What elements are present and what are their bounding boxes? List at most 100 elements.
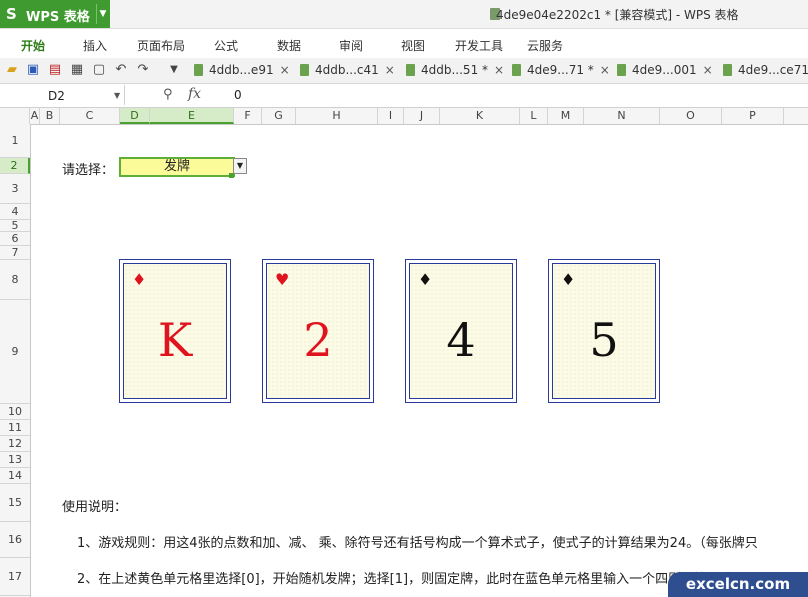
- row-header[interactable]: 14: [0, 468, 30, 484]
- toolbar-more-icon[interactable]: ▼: [166, 62, 182, 78]
- tab-page-layout[interactable]: 页面布局: [137, 37, 185, 54]
- column-header[interactable]: A: [30, 108, 40, 124]
- row-header[interactable]: 2: [0, 158, 30, 174]
- column-header[interactable]: H: [296, 108, 378, 124]
- row-header[interactable]: 12: [0, 436, 30, 452]
- row-header[interactable]: 6: [0, 232, 30, 246]
- quick-access-toolbar: ▰ ▣ ▤ ▦ ▢ ↶ ↷ ▼ 4ddb...e91 × 4ddb...c41 × …: [0, 58, 808, 84]
- zoom-search-icon[interactable]: ⚲: [163, 87, 173, 102]
- doc-tab[interactable]: 4de9...001 ×: [617, 61, 713, 80]
- export-pdf-icon[interactable]: ▤: [47, 62, 63, 78]
- window-title: 4de9e04e2202c1 * [兼容模式] - WPS 表格: [496, 8, 739, 22]
- spreadsheet-icon: [512, 64, 521, 76]
- site-watermark: excelcn.com: [668, 572, 808, 597]
- tab-data[interactable]: 数据: [277, 37, 301, 54]
- print-preview-icon[interactable]: ▢: [91, 62, 107, 78]
- row-header[interactable]: 16: [0, 522, 30, 558]
- tab-developer[interactable]: 开发工具: [455, 37, 503, 54]
- undo-icon[interactable]: ↶: [113, 62, 129, 78]
- redo-icon[interactable]: ↷: [135, 62, 151, 78]
- spreadsheet-icon: [300, 64, 309, 76]
- wps-logo-icon: S: [6, 5, 17, 23]
- tab-formulas[interactable]: 公式: [214, 37, 238, 54]
- column-header[interactable]: P: [722, 108, 784, 124]
- tab-home[interactable]: 开始: [21, 37, 45, 54]
- playing-card: ♥ 2: [262, 259, 374, 403]
- tab-review[interactable]: 审阅: [339, 37, 363, 54]
- diamond-icon: ♦: [561, 270, 576, 289]
- card-rank: 5: [589, 313, 619, 367]
- select-label: 请选择：: [62, 163, 115, 178]
- formula-bar: D2 ▼ ⚲ fx 0: [0, 84, 808, 108]
- column-header[interactable]: F: [234, 108, 262, 124]
- spreadsheet-icon: [406, 64, 415, 76]
- formula-input[interactable]: 0: [234, 88, 242, 102]
- row-header[interactable]: 13: [0, 452, 30, 468]
- column-header[interactable]: K: [440, 108, 520, 124]
- doc-tab[interactable]: 4ddb...c41 ×: [300, 61, 395, 80]
- row-header[interactable]: 1: [0, 124, 30, 158]
- close-icon[interactable]: ×: [494, 63, 504, 77]
- playing-card: ♦ K: [119, 259, 231, 403]
- insert-function-icon[interactable]: fx: [188, 86, 201, 102]
- row-header[interactable]: 7: [0, 246, 30, 260]
- diamond-icon: ♦: [132, 270, 147, 289]
- open-folder-icon[interactable]: ▰: [4, 62, 20, 78]
- tab-view[interactable]: 视图: [401, 37, 425, 54]
- close-icon[interactable]: ×: [385, 63, 395, 77]
- row-header[interactable]: 8: [0, 260, 30, 300]
- doc-tab[interactable]: 4de9...ce71: [723, 61, 808, 80]
- card-rank: K: [157, 313, 193, 367]
- close-icon[interactable]: ×: [600, 63, 610, 77]
- deal-select-cell[interactable]: 发牌: [119, 157, 235, 177]
- row-header[interactable]: 15: [0, 484, 30, 522]
- row-headers: 1 2 3 4 5 6 7 8 9 10 11 12 13 14 15 16 1…: [0, 124, 31, 597]
- instructions-title: 使用说明：: [62, 500, 128, 515]
- column-header[interactable]: C: [60, 108, 120, 124]
- doc-tab[interactable]: 4ddb...e91 ×: [194, 61, 290, 80]
- row-header[interactable]: 9: [0, 300, 30, 404]
- save-icon[interactable]: ▣: [25, 62, 41, 78]
- rule-text: 2、在上述黄色单元格里选择[0]，开始随机发牌；选择[1]，则固定牌，此时在蓝色…: [77, 572, 734, 587]
- column-header[interactable]: O: [660, 108, 722, 124]
- row-header[interactable]: 3: [0, 174, 30, 204]
- row-header[interactable]: 11: [0, 420, 30, 436]
- column-header[interactable]: J: [404, 108, 440, 124]
- select-all-corner[interactable]: [0, 108, 30, 124]
- doc-tab[interactable]: 4ddb...51 * ×: [406, 61, 504, 80]
- column-header[interactable]: D: [120, 108, 150, 124]
- tab-cloud[interactable]: 云服务: [527, 37, 563, 54]
- row-header[interactable]: 4: [0, 204, 30, 220]
- rule-text: 1、游戏规则：用这4张的点数和加、减、 乘、除符号还有括号构成一个算术式子，使式…: [77, 536, 758, 551]
- print-icon[interactable]: ▦: [69, 62, 85, 78]
- chevron-down-icon[interactable]: ▼: [114, 91, 120, 100]
- column-header[interactable]: G: [262, 108, 296, 124]
- column-header[interactable]: E: [150, 108, 234, 124]
- column-header[interactable]: I: [378, 108, 404, 124]
- diamond-icon: ♦: [418, 270, 433, 289]
- close-icon[interactable]: ×: [280, 63, 290, 77]
- spreadsheet-icon: [617, 64, 626, 76]
- dropdown-arrow-icon[interactable]: ▼: [233, 158, 247, 174]
- app-name: WPS 表格: [26, 10, 90, 25]
- ribbon-tabs: 开始 插入 页面布局 公式 数据 审阅 视图 开发工具 云服务: [0, 29, 808, 59]
- app-menu-button[interactable]: S WPS 表格 ▼: [0, 0, 110, 28]
- doc-tab[interactable]: 4de9...71 * ×: [512, 61, 610, 80]
- heart-icon: ♥: [275, 270, 290, 289]
- tab-insert[interactable]: 插入: [83, 37, 107, 54]
- column-header[interactable]: M: [548, 108, 584, 124]
- row-header[interactable]: 5: [0, 220, 30, 232]
- playing-card: ♦ 5: [548, 259, 660, 403]
- column-header[interactable]: B: [40, 108, 60, 124]
- close-icon[interactable]: ×: [703, 63, 713, 77]
- column-header[interactable]: N: [584, 108, 660, 124]
- chevron-down-icon[interactable]: ▼: [96, 4, 109, 24]
- row-header[interactable]: 10: [0, 404, 30, 420]
- name-box[interactable]: D2 ▼: [0, 85, 125, 105]
- column-header[interactable]: L: [520, 108, 548, 124]
- row-header[interactable]: 17: [0, 558, 30, 596]
- playing-card: ♦ 4: [405, 259, 517, 403]
- spreadsheet-icon: [723, 64, 732, 76]
- card-rank: 4: [446, 313, 476, 367]
- select-value: 发牌: [163, 159, 190, 174]
